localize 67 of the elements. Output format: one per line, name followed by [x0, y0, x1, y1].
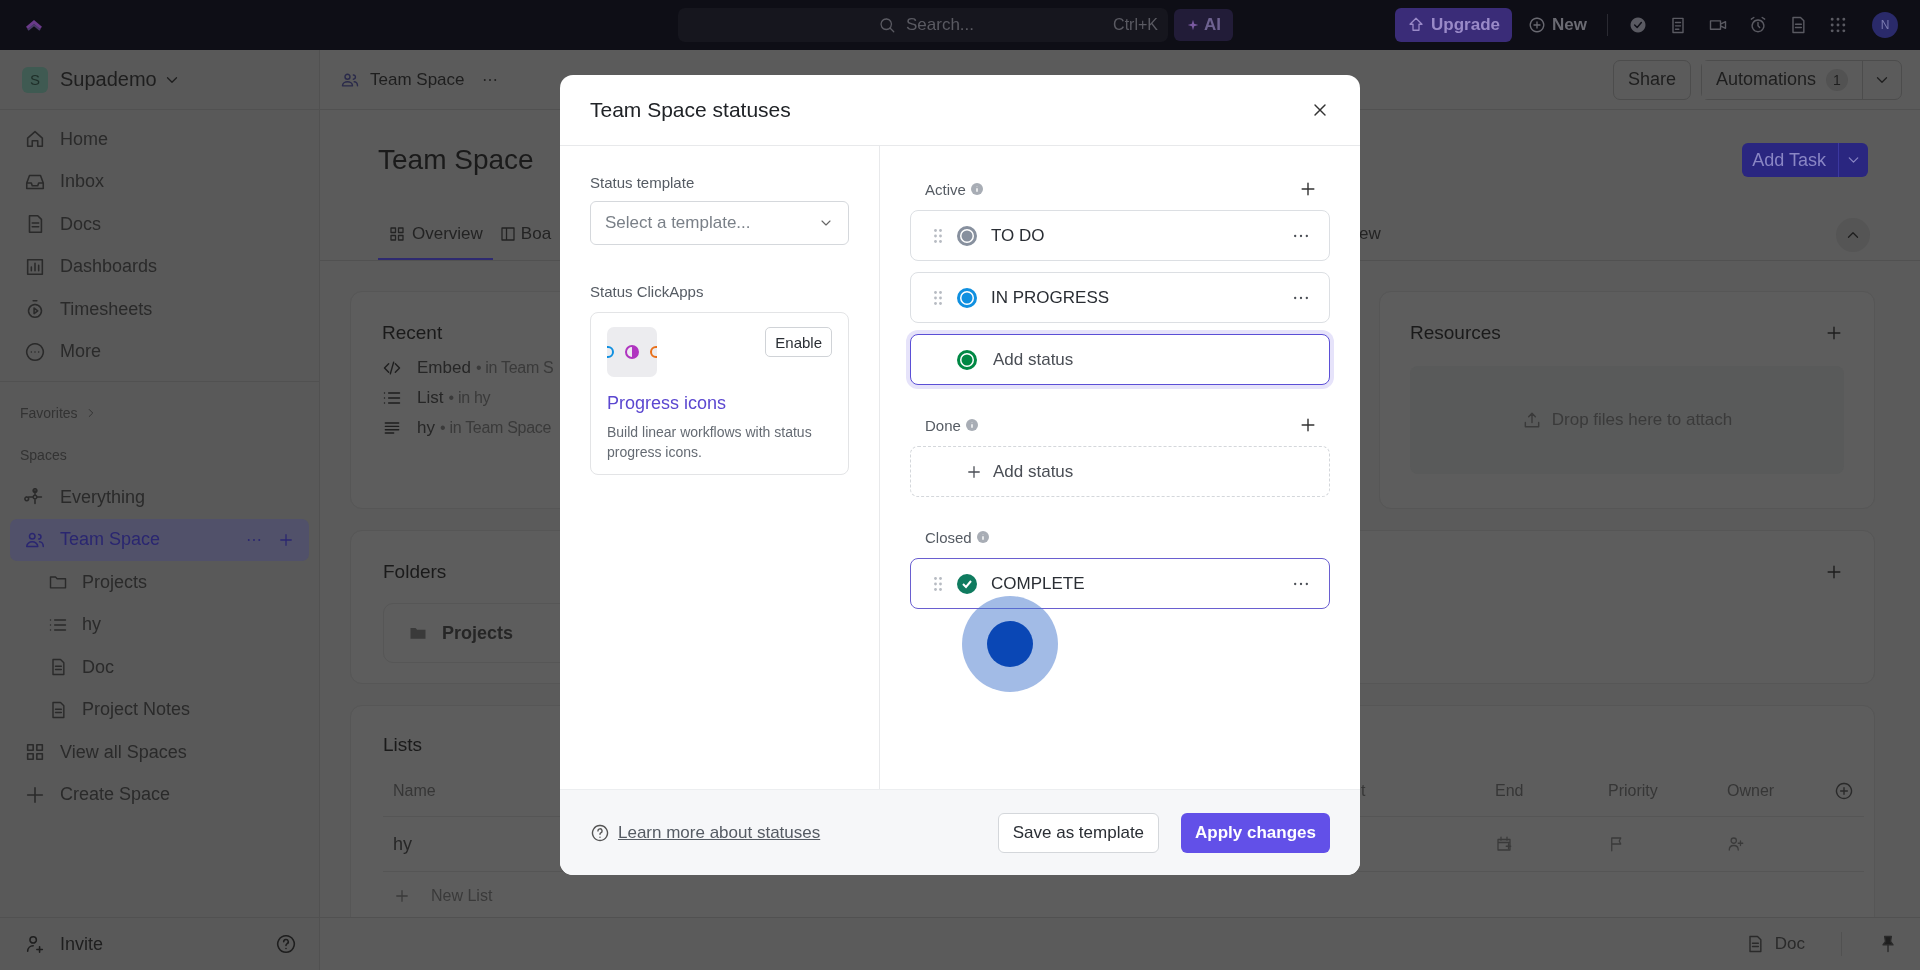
card-title: Lists: [383, 734, 424, 756]
board-icon: [498, 225, 517, 243]
tab[interactable]: Boa: [492, 210, 562, 260]
status-name-input[interactable]: Add status: [991, 348, 1311, 371]
status-check-icon[interactable]: [957, 573, 977, 594]
status-row[interactable]: COMPLETE: [910, 558, 1330, 609]
template-select[interactable]: Select a template...: [590, 201, 849, 245]
enable-button[interactable]: Enable: [765, 327, 832, 357]
save-as-template-button[interactable]: Save as template: [997, 812, 1160, 853]
shortcut-hint: Ctrl+K: [1113, 16, 1158, 34]
grid-icon: [388, 225, 406, 243]
new-button[interactable]: New: [1528, 15, 1587, 35]
info-icon[interactable]: [965, 419, 978, 431]
section-label: Status ClickApps: [590, 283, 705, 300]
search-icon: [878, 16, 896, 34]
person-plus-icon[interactable]: [24, 933, 46, 955]
learn-more-link[interactable]: Learn more about statuses: [618, 822, 821, 843]
add-status-button[interactable]: Add status: [910, 446, 1330, 497]
tab[interactable]: ew: [1359, 210, 1381, 260]
alarm-clock-icon[interactable]: [1748, 15, 1768, 35]
upgrade-button[interactable]: Upgrade: [1395, 8, 1513, 42]
more-icon: [24, 340, 46, 363]
breadcrumb-link[interactable]: Team Space: [370, 69, 465, 90]
calendar-plus-icon[interactable]: [1495, 835, 1513, 853]
drag-handle-icon[interactable]: [933, 575, 943, 592]
apps-grid-icon[interactable]: [1828, 15, 1848, 35]
status-group-label: Active: [925, 180, 966, 198]
progress-icons-thumbnail: [607, 327, 657, 377]
dialog-title: Team Space statuses: [590, 98, 792, 122]
card-title: Recent: [382, 322, 443, 344]
status-color-icon[interactable]: [957, 349, 977, 370]
info-icon[interactable]: [970, 183, 983, 195]
workspace-name[interactable]: Supademo: [60, 68, 157, 91]
page-title: Team Space: [378, 144, 534, 176]
sparkle-icon: [1186, 18, 1200, 32]
arrow-up-icon: [1407, 16, 1426, 34]
invite-link[interactable]: Invite: [60, 933, 261, 955]
card-title: Folders: [383, 561, 447, 583]
user-avatar[interactable]: N: [1872, 12, 1898, 38]
info-icon[interactable]: [976, 531, 989, 543]
clickapp-description: Build linear workflows with status progress icons.: [607, 423, 813, 462]
help-icon[interactable]: [590, 822, 610, 843]
search-field[interactable]: Search... Ctrl+K: [678, 8, 1168, 42]
clickapp-title-link[interactable]: Progress icons: [607, 393, 832, 414]
drag-handle-icon[interactable]: [933, 227, 943, 244]
status-row[interactable]: IN PROGRESS: [910, 272, 1330, 323]
tab[interactable]: Overview: [378, 210, 493, 260]
ai-button[interactable]: AI: [1174, 9, 1233, 41]
person-plus-icon[interactable]: [1727, 835, 1745, 853]
search-input[interactable]: Search...: [904, 14, 1106, 36]
share-button[interactable]: Share: [1612, 59, 1691, 100]
status-group-label: Closed: [925, 528, 972, 546]
recent-item-link[interactable]: Embed: [417, 358, 471, 378]
check-circle-icon[interactable]: [1628, 15, 1648, 35]
status-color-icon[interactable]: [957, 287, 977, 308]
card-title: Resources: [1410, 322, 1501, 344]
add-column-icon[interactable]: [1834, 781, 1854, 801]
status-row[interactable]: TO DO: [910, 210, 1330, 261]
apply-changes-button[interactable]: Apply changes: [1181, 812, 1330, 853]
recent-item-link[interactable]: hy: [417, 418, 435, 438]
drag-handle-icon[interactable]: [933, 289, 943, 306]
status-color-icon[interactable]: [957, 225, 977, 246]
status-group-label: Done: [925, 416, 961, 434]
collapse-button[interactable]: [1836, 218, 1870, 252]
field-label: Status template: [590, 174, 696, 191]
add-task-button[interactable]: Add Task: [1742, 143, 1868, 177]
code-icon: [382, 358, 402, 378]
